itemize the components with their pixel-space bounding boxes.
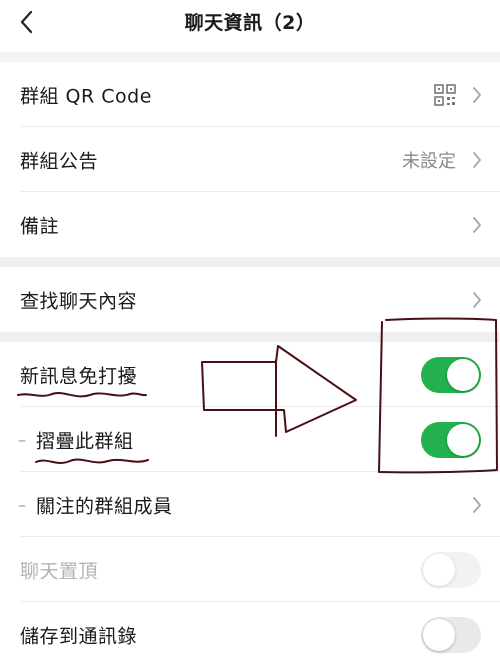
mute-toggle[interactable] [421, 356, 481, 393]
row-watched-members[interactable]: – 關注的群組成員 [0, 472, 500, 537]
chevron-right-icon [473, 216, 481, 233]
row-label: 群組公告 [20, 150, 99, 172]
pin-top-toggle[interactable] [421, 551, 481, 588]
nav-bar: 聊天資訊（2） [0, 0, 500, 44]
indent-marker: – [18, 495, 26, 514]
row-label: 群組 QR Code [20, 85, 152, 107]
row-group-qr-code[interactable]: 群組 QR Code [0, 62, 500, 127]
row-group-announcement[interactable]: 群組公告 未設定 [0, 127, 500, 192]
section-separator [0, 44, 500, 62]
chevron-right-icon [473, 86, 481, 103]
toggle-knob [447, 358, 479, 391]
save-contacts-toggle[interactable] [421, 616, 481, 653]
toggle-knob [423, 618, 455, 651]
toggle-knob [447, 423, 479, 456]
row-label: 摺疊此群組 [36, 430, 134, 452]
section-gap [0, 257, 500, 267]
collapse-group-toggle[interactable] [421, 421, 481, 458]
row-search-chat-content[interactable]: 查找聊天內容 [0, 267, 500, 332]
indent-marker: – [18, 430, 26, 449]
row-label: 查找聊天內容 [20, 290, 138, 312]
page-title: 聊天資訊（2） [184, 12, 316, 34]
chevron-right-icon [473, 151, 481, 168]
chevron-right-icon [473, 496, 481, 513]
row-label: 聊天置頂 [20, 560, 99, 582]
row-collapse-group: – 摺疊此群組 [0, 407, 500, 472]
row-label: 關注的群組成員 [36, 495, 173, 517]
row-pin-to-top: 聊天置頂 [0, 537, 500, 602]
qr-code-icon [434, 83, 456, 106]
row-mute-notifications: 新訊息免打擾 [0, 342, 500, 407]
row-label: 新訊息免打擾 [20, 365, 138, 387]
row-remark[interactable]: 備註 [0, 192, 500, 257]
row-label: 備註 [20, 215, 60, 237]
row-save-to-contacts: 儲存到通訊錄 [0, 602, 500, 667]
toggle-knob [423, 553, 455, 586]
announcement-status: 未設定 [402, 150, 456, 172]
row-label: 儲存到通訊錄 [20, 625, 138, 647]
chevron-right-icon [473, 291, 481, 308]
section-gap [0, 332, 500, 342]
